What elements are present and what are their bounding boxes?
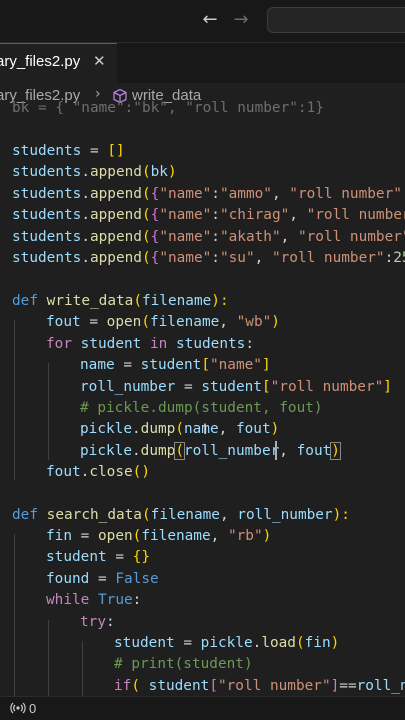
code-line: student = {} — [46, 549, 150, 565]
indent-guide — [14, 534, 15, 696]
command-center-search[interactable] — [267, 7, 405, 33]
close-icon[interactable]: ✕ — [93, 52, 106, 70]
title-bar: ← → — [0, 0, 405, 43]
code-line: for student in students: — [46, 336, 254, 352]
code-line: students.append({"name":"su", "roll numb… — [12, 250, 405, 266]
text-cursor — [275, 441, 277, 460]
code-line: fout.close() — [46, 464, 150, 480]
code-line: bk = { "name":"bk", "roll number":1} — [12, 100, 324, 116]
code-line: students.append({"name":"akath", "roll n… — [12, 229, 405, 245]
code-line: name = student["name"] — [80, 357, 271, 373]
code-line: try: — [80, 614, 115, 630]
tab-bar: ary_files2.py ✕ — [0, 43, 405, 83]
arrow-left-icon[interactable]: ← — [199, 9, 221, 31]
code-line: pickle.dump(roll_number, fout) — [80, 442, 341, 460]
mouse-ibeam-icon: I — [203, 422, 208, 438]
ports-count[interactable]: 0 — [29, 701, 36, 716]
code-line: student = pickle.load(fin) — [114, 635, 340, 651]
code-line: def write_data(filename): — [12, 293, 229, 309]
arrow-right-icon[interactable]: → — [230, 9, 252, 31]
status-bar: 0 — [0, 696, 405, 720]
code-line: students.append({"name":"chirag", "roll … — [12, 207, 405, 223]
code-line: if( student["roll number"]==roll_n — [114, 678, 405, 694]
code-line: students.append(bk) — [12, 164, 177, 180]
tab-label: ary_files2.py — [0, 53, 81, 70]
code-line: fout = open(filename, "wb") — [46, 314, 280, 330]
code-line: students.append({"name":"ammo", "roll nu… — [12, 186, 405, 202]
code-line: def search_data(filename, roll_number): — [12, 507, 350, 523]
code-line: roll_number = student["roll number"] — [80, 379, 392, 395]
broadcast-icon[interactable] — [10, 700, 26, 719]
code-editor[interactable]: bk = { "name":"bk", "roll number":1} stu… — [0, 100, 405, 696]
indent-guide — [48, 620, 49, 696]
code-line: pickle.dump(name, fout) — [80, 421, 280, 437]
tab-active-file[interactable]: ary_files2.py ✕ — [0, 43, 117, 83]
code-line: while True: — [46, 592, 142, 608]
indent-guide — [82, 641, 83, 696]
code-line: # print(student) — [114, 656, 253, 672]
code-line: found = False — [46, 571, 159, 587]
code-line: students = [] — [12, 143, 125, 159]
indent-guide — [48, 363, 49, 460]
indent-guide — [14, 320, 15, 480]
code-line: # pickle.dump(student, fout) — [80, 400, 323, 416]
code-line: fin = open(filename, "rb") — [46, 528, 272, 544]
